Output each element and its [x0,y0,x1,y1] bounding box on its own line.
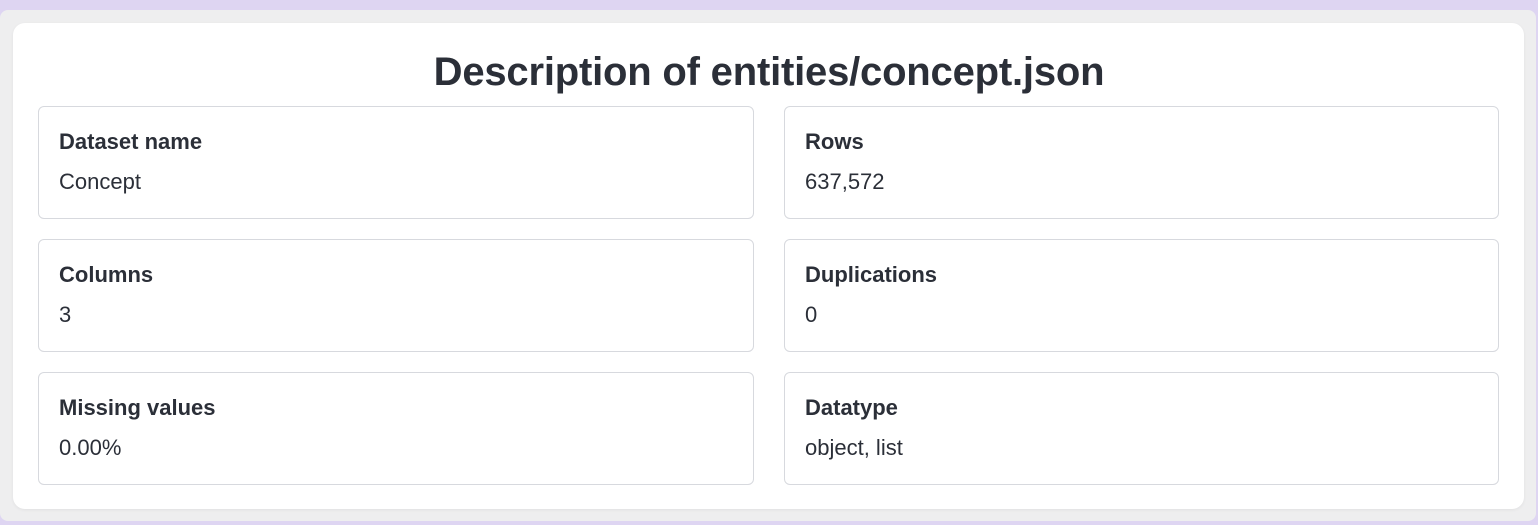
stat-label: Missing values [59,395,216,420]
stat-label: Dataset name [59,129,203,154]
stat-columns: Columns 3 [38,239,754,352]
stats-grid: Dataset name Concept Rows 637,572 Column… [38,106,1499,485]
stat-rows: Rows 637,572 [784,106,1499,219]
stat-value: 637,572 [805,169,885,194]
stat-dataset-name: Dataset name Concept [38,106,754,219]
stat-duplications: Duplications 0 [784,239,1499,352]
stat-value: object, list [805,435,903,460]
stat-datatype: Datatype object, list [784,372,1499,485]
page-title: Description of entities/concept.json [433,50,1105,94]
stat-label: Columns [59,262,154,287]
stat-label: Duplications [805,262,938,287]
stat-value: 3 [59,302,72,327]
stat-value: 0 [805,302,818,327]
stat-label: Datatype [805,395,898,420]
stat-value: 0.00% [59,435,122,460]
stat-label: Rows [805,129,864,154]
stat-missing-values: Missing values 0.00% [38,372,754,485]
stat-value: Concept [59,169,141,194]
